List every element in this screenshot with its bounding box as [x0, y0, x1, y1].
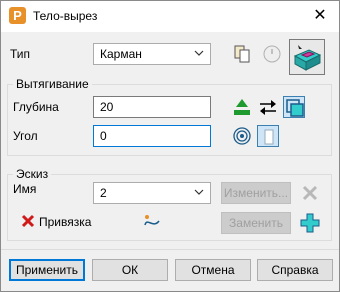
- replace-sketch-button[interactable]: Заменить: [221, 212, 291, 234]
- sketch-name-label: Имя: [13, 182, 37, 196]
- edit-sketch-button[interactable]: Изменить...: [221, 182, 291, 204]
- sketch-group-title: Эскиз: [13, 167, 52, 181]
- remove-sketch-icon[interactable]: [299, 182, 321, 204]
- dialog-window: P Тело-вырез ✕ Тип Карман Вытягивание Гл…: [0, 0, 340, 292]
- draft-angle-icon[interactable]: [257, 125, 279, 147]
- pocket-type-icon[interactable]: [289, 39, 325, 75]
- cancel-button[interactable]: Отмена: [175, 259, 251, 281]
- type-label: Тип: [10, 47, 31, 61]
- clock-icon[interactable]: [261, 43, 283, 65]
- type-select[interactable]: Карман: [93, 43, 211, 65]
- copy-icon[interactable]: [231, 43, 253, 65]
- binding-label: Привязка: [39, 215, 92, 229]
- footer-divider: [1, 249, 339, 250]
- concentric-circles-icon[interactable]: [231, 125, 253, 147]
- chevron-down-icon: [194, 189, 204, 195]
- title-bar: P Тело-вырез ✕: [1, 1, 339, 32]
- angle-input[interactable]: 0: [93, 125, 211, 147]
- window-title: Тело-вырез: [33, 9, 98, 23]
- depth-label: Глубина: [13, 100, 59, 114]
- sketch-name-value: 2: [100, 186, 107, 200]
- type-select-value: Карман: [100, 47, 142, 61]
- chevron-down-icon: [194, 50, 204, 56]
- depth-input[interactable]: 20: [93, 96, 211, 118]
- swap-direction-icon[interactable]: [257, 96, 279, 118]
- extrude-up-icon[interactable]: [231, 96, 253, 118]
- add-sketch-icon[interactable]: [299, 212, 321, 234]
- app-logo-icon: P: [9, 7, 26, 24]
- apply-button[interactable]: Применить: [9, 259, 85, 281]
- sketch-name-select[interactable]: 2: [93, 182, 211, 204]
- ok-button[interactable]: ОК: [92, 259, 168, 281]
- offset-boundary-icon[interactable]: [283, 96, 305, 118]
- binding-curve-icon[interactable]: [141, 211, 163, 233]
- close-button[interactable]: ✕: [309, 5, 331, 27]
- angle-label: Угол: [13, 129, 38, 143]
- extrude-group-title: Вытягивание: [13, 77, 92, 91]
- help-button[interactable]: Справка: [257, 259, 333, 281]
- error-cross-icon: [21, 214, 35, 228]
